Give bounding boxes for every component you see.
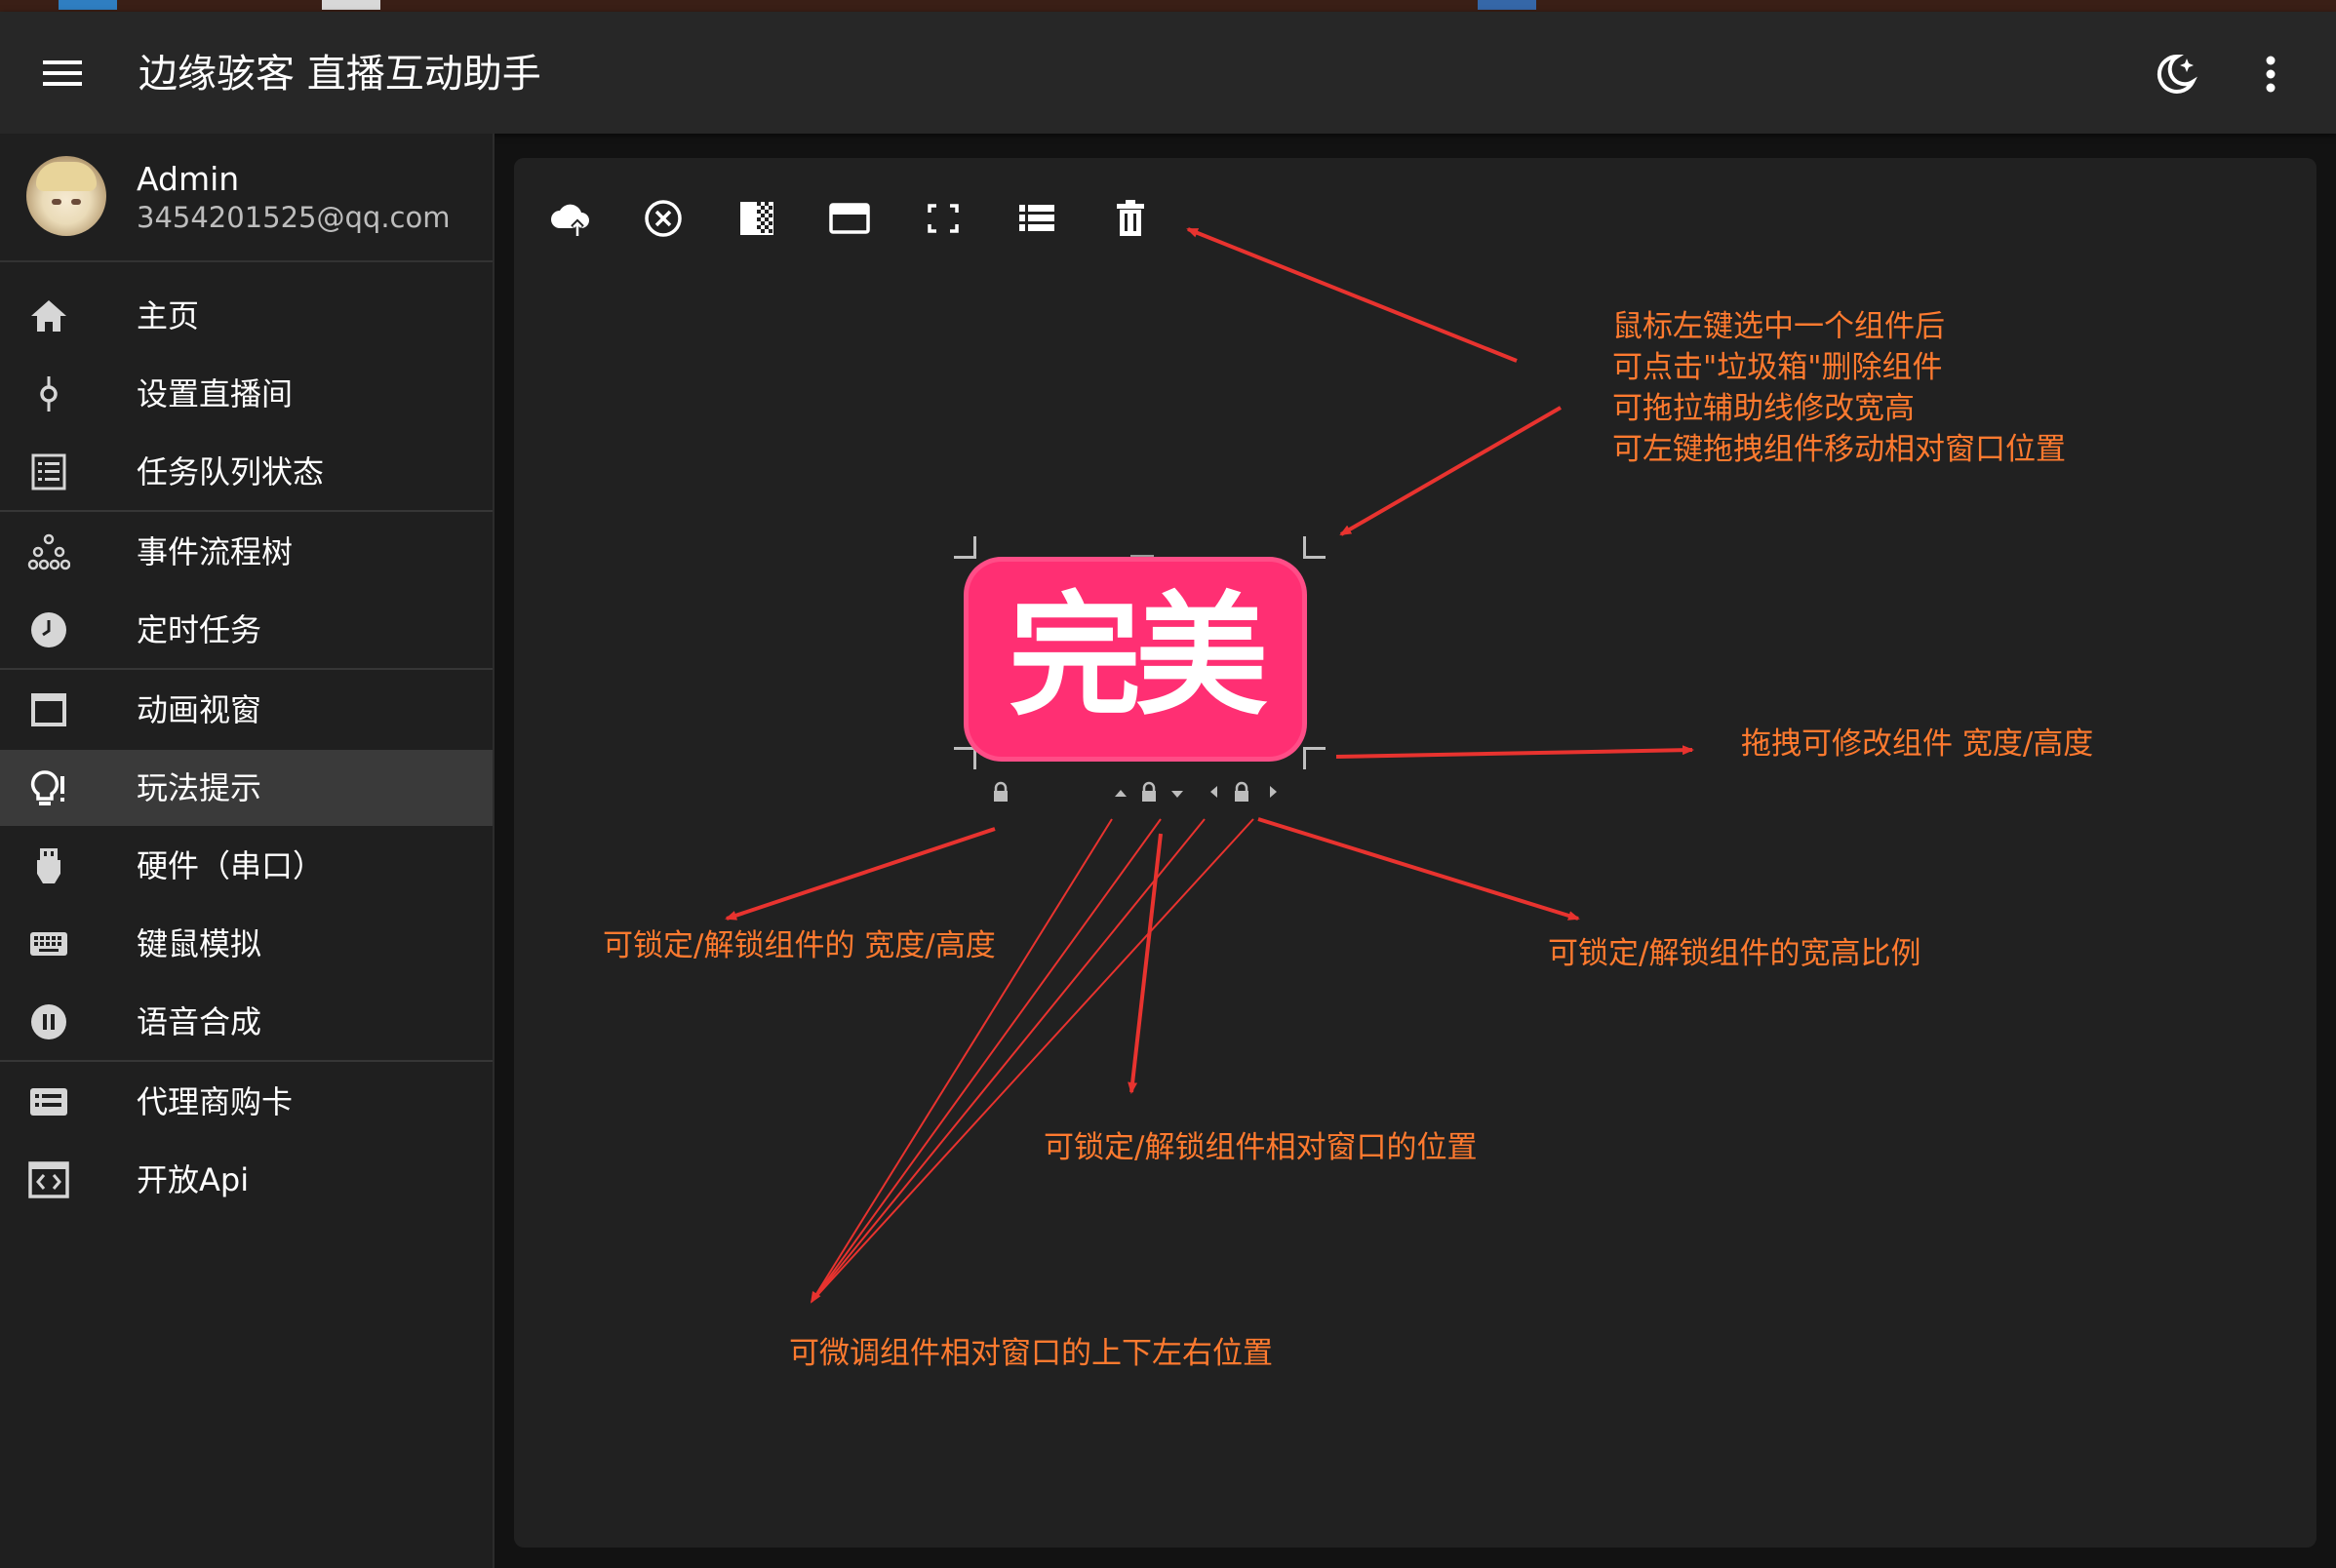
- annotation-lock-size: 可锁定/解锁组件的 宽度/高度: [603, 928, 996, 963]
- annotation-lock-position: 可锁定/解锁组件相对窗口的位置: [1044, 1130, 1478, 1165]
- annotation-resize: 拖拽可修改组件 宽度/高度: [1741, 726, 2094, 762]
- annotation-select-tip-2: 可点击"垃圾箱"删除组件: [1612, 350, 1943, 385]
- annotation-select-tip-1: 鼠标左键选中一个组件后: [1612, 309, 1945, 344]
- annotation-select-tip-3: 可拖拉辅助线修改宽高: [1612, 391, 1915, 426]
- annotation-select-tip-4: 可左键拖拽组件移动相对窗口位置: [1612, 432, 2066, 467]
- annotation-lock-ratio: 可锁定/解锁组件的宽高比例: [1548, 936, 1921, 971]
- annotation-nudge: 可微调组件相对窗口的上下左右位置: [789, 1336, 1273, 1371]
